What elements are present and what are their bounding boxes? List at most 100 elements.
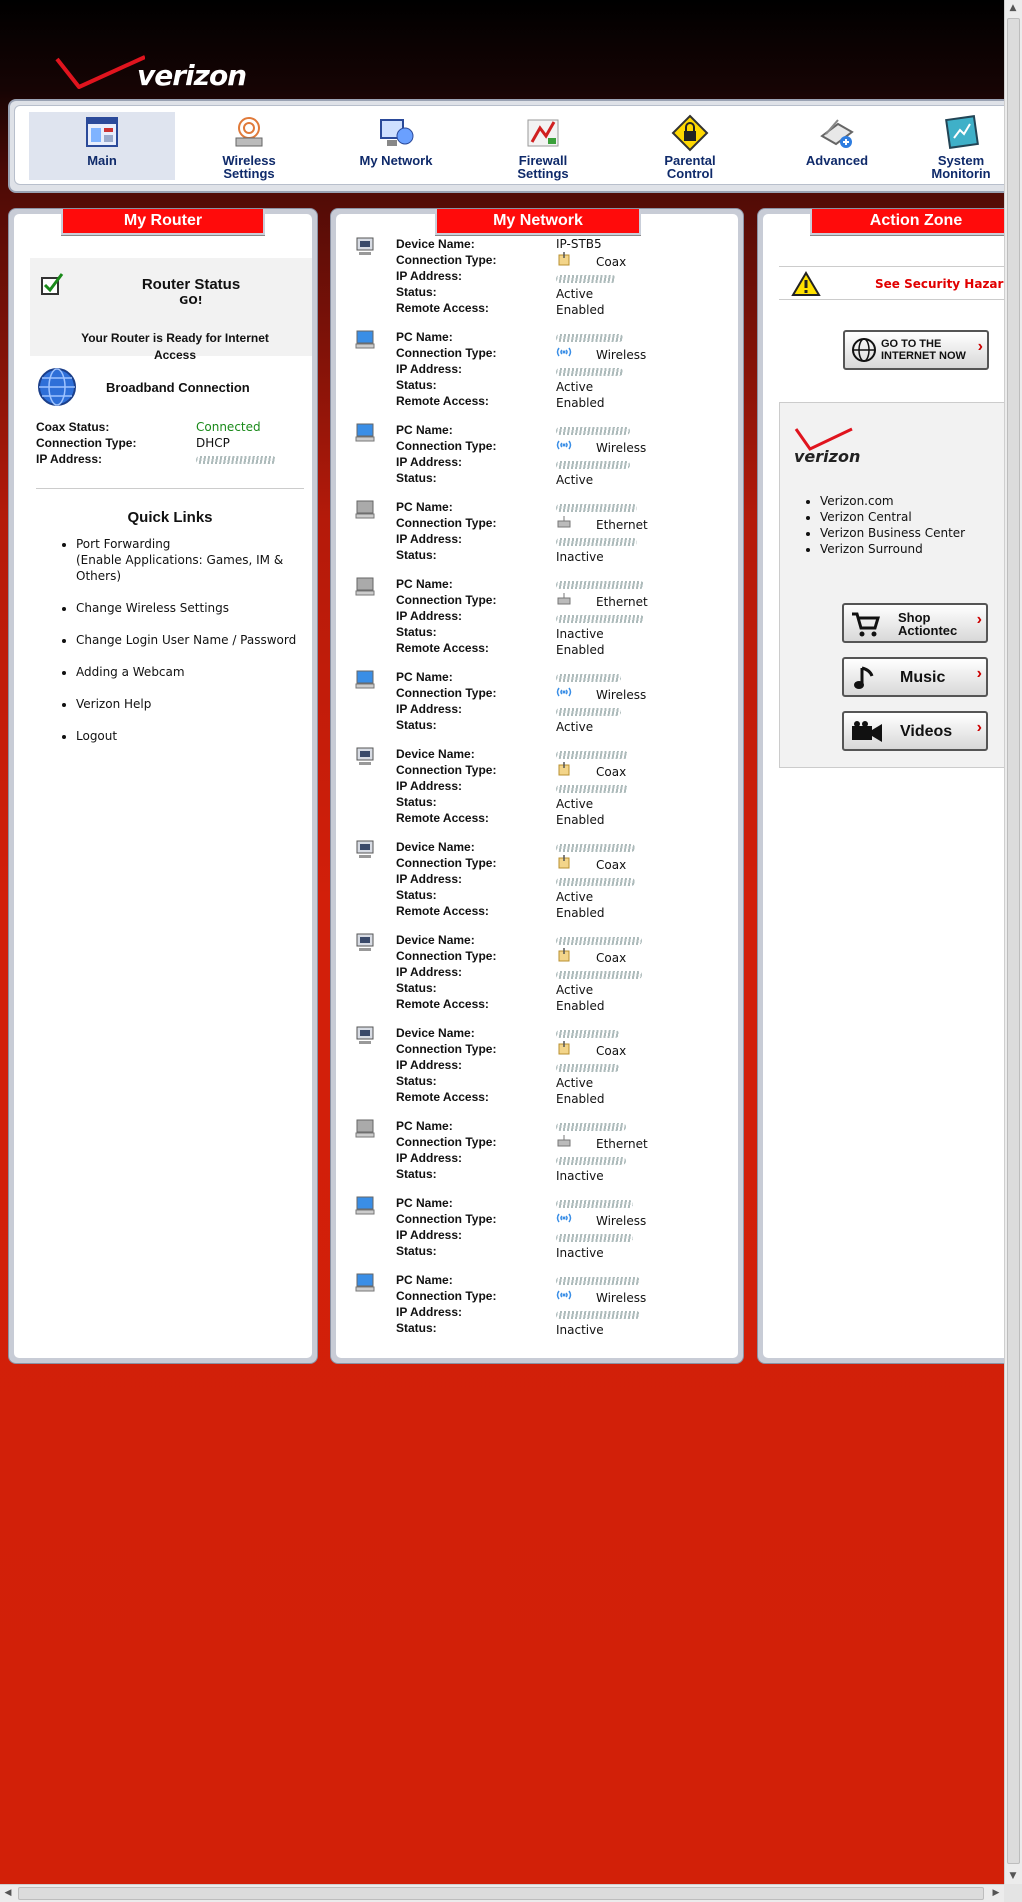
- quick-link-webcam[interactable]: Adding a Webcam: [76, 664, 304, 680]
- device-field-label: Device Name:: [396, 237, 475, 251]
- nav-system-label: System Monitorin: [931, 153, 991, 181]
- nav-my-network-label: My Network: [359, 153, 433, 168]
- quick-link-port-forwarding[interactable]: Port Forwarding(Enable Applications: Gam…: [76, 536, 304, 584]
- music-button[interactable]: Music ›: [842, 657, 988, 697]
- verizon-business-link[interactable]: Verizon Business Center: [820, 526, 965, 540]
- redacted-value: [556, 1229, 646, 1245]
- verizon-link-item[interactable]: Verizon Central: [820, 509, 965, 525]
- verizon-surround-link[interactable]: Verizon Surround: [820, 542, 923, 556]
- device-values: Coax Active Enabled: [556, 1025, 626, 1107]
- security-hazard-row[interactable]: See Security Hazard: [779, 266, 1004, 300]
- device-field-label: Connection Type:: [396, 593, 497, 607]
- device-connection-type: Coax: [556, 762, 628, 780]
- device-status-value: Active: [556, 797, 594, 811]
- verizon-link-item[interactable]: Verizon Surround: [820, 541, 965, 557]
- device-connection-type: Wireless: [556, 1288, 646, 1306]
- adding-webcam-link[interactable]: Adding a Webcam: [76, 665, 185, 679]
- shop-actiontec-button[interactable]: Shop Actiontec ›: [842, 603, 988, 643]
- redacted-value: [556, 839, 635, 855]
- verizon-central-link[interactable]: Verizon Central: [820, 510, 912, 524]
- device-field-label: IP Address:: [396, 455, 463, 469]
- redacted-value: [556, 499, 648, 515]
- my-router-body: Router Status GO! Your Router is Ready f…: [14, 214, 312, 1358]
- device-field-label: IP Address:: [396, 872, 463, 886]
- main-icon: [86, 117, 118, 147]
- device-remote-value: Enabled: [556, 396, 605, 410]
- port-forwarding-link[interactable]: Port Forwarding (Enable Applications: Gam…: [76, 537, 283, 583]
- device-connection-type: Coax: [556, 1041, 626, 1059]
- change-login-link[interactable]: Change Login User Name / Password: [76, 633, 296, 647]
- divider: [36, 488, 304, 489]
- verizon-link-item[interactable]: Verizon Business Center: [820, 525, 965, 541]
- device-field-label: Status:: [396, 981, 437, 995]
- nav-parental-control[interactable]: Parental Control: [617, 112, 763, 180]
- quick-link-logout[interactable]: Logout: [76, 728, 304, 744]
- horizontal-scrollbar[interactable]: ◀ ▶: [0, 1884, 1004, 1902]
- verizon-logo[interactable]: verizon: [55, 55, 255, 95]
- device-field-label: Status:: [396, 1244, 437, 1258]
- device-status-value: Active: [556, 287, 594, 301]
- music-label: Music: [900, 669, 946, 686]
- redacted-value: [556, 746, 628, 762]
- scroll-left-icon[interactable]: ◀: [0, 1885, 16, 1901]
- verizon-logo-small-text: verizon: [794, 447, 861, 466]
- set-top-box-icon: [354, 839, 376, 864]
- nav-main[interactable]: Main: [29, 112, 175, 180]
- vertical-scrollbar[interactable]: ▲ ▼: [1004, 0, 1022, 1884]
- scroll-down-icon[interactable]: ▼: [1005, 1868, 1021, 1884]
- quick-link-wireless[interactable]: Change Wireless Settings: [76, 600, 304, 616]
- vertical-scroll-thumb[interactable]: [1007, 18, 1020, 1864]
- quick-link-login[interactable]: Change Login User Name / Password: [76, 632, 304, 648]
- device-labels: Device Name: Connection Type: IP Address: S…: [396, 1025, 496, 1105]
- horizontal-scroll-thumb[interactable]: [18, 1887, 984, 1900]
- device-field-label: Status:: [396, 625, 437, 639]
- nav-wireless-settings[interactable]: Wireless Settings: [176, 112, 322, 180]
- device-field-label: Connection Type:: [396, 686, 497, 700]
- redacted-value: [556, 533, 648, 549]
- device-labels: PC Name: Connection Type: IP Address: Statu…: [396, 1118, 496, 1182]
- videos-button[interactable]: Videos ›: [842, 711, 988, 751]
- lock-icon: [671, 114, 709, 152]
- coax-status-label: Coax Status:: [36, 420, 110, 434]
- change-wireless-link[interactable]: Change Wireless Settings: [76, 601, 229, 615]
- redacted-value: [556, 1272, 646, 1288]
- go-to-internet-button[interactable]: GO TO THE INTERNET NOW ›: [843, 330, 989, 370]
- nav-firewall-settings[interactable]: Firewall Settings: [470, 112, 616, 180]
- device-field-label: IP Address:: [396, 965, 463, 979]
- scroll-right-icon[interactable]: ▶: [988, 1885, 1004, 1901]
- device-field-label: Status:: [396, 548, 437, 562]
- device-labels: Device Name: Connection Type: IP Address: S…: [396, 746, 496, 826]
- device-status-value: Inactive: [556, 1246, 604, 1260]
- device-connection-type: Ethernet: [556, 592, 648, 610]
- verizon-help-link[interactable]: Verizon Help: [76, 697, 151, 711]
- device-values: Coax Active Enabled: [556, 932, 642, 1014]
- verizon-links-list: Verizon.com Verizon Central Verizon Busi…: [800, 493, 965, 557]
- scroll-up-icon[interactable]: ▲: [1005, 0, 1021, 16]
- device-field-label: Connection Type:: [396, 1135, 497, 1149]
- quick-link-help[interactable]: Verizon Help: [76, 696, 304, 712]
- computer-icon: [354, 1272, 376, 1297]
- security-hazard-link[interactable]: See Security Hazard: [875, 277, 1004, 291]
- warning-icon: [791, 271, 821, 296]
- device-field-label: Remote Access:: [396, 811, 489, 825]
- device-field-label: Connection Type:: [396, 1289, 497, 1303]
- logout-link[interactable]: Logout: [76, 729, 117, 743]
- nav-my-network[interactable]: My Network: [323, 112, 469, 180]
- nav-advanced[interactable]: Advanced: [764, 112, 910, 180]
- redacted-value: [556, 703, 646, 719]
- verizon-com-link[interactable]: Verizon.com: [820, 494, 894, 508]
- router-status-title: Router Status: [141, 276, 241, 293]
- redacted-value: [556, 1118, 648, 1134]
- coax-icon: [558, 855, 570, 869]
- nav-system-monitoring[interactable]: System Monitorin: [911, 112, 1004, 180]
- device-field-label: Connection Type:: [396, 1042, 497, 1056]
- device-field-label: PC Name:: [396, 670, 453, 684]
- device-values: Wireless Active: [556, 422, 646, 488]
- connection-type-value: DHCP: [196, 436, 230, 450]
- coax-icon: [558, 948, 570, 962]
- device-status-value: Inactive: [556, 627, 604, 641]
- device-labels: Device Name: Connection Type: IP Address: S…: [396, 236, 496, 316]
- router-ready-text: Your Router is Ready for Internet Access: [81, 331, 269, 362]
- verizon-link-item[interactable]: Verizon.com: [820, 493, 965, 509]
- action-zone-body: See Security Hazard GO TO THE INTERNET N…: [763, 214, 1004, 1358]
